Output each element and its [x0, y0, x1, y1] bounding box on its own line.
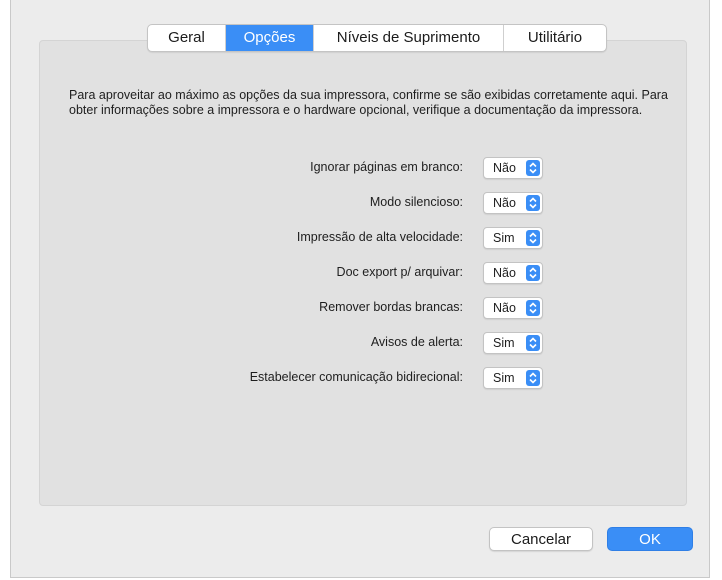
- up-down-chevron-icon: [526, 300, 540, 316]
- option-row-avisos-alerta: Avisos de alerta: Sim: [11, 332, 711, 354]
- popup-value: Sim: [493, 336, 515, 350]
- up-down-chevron-icon: [526, 265, 540, 281]
- option-label: Avisos de alerta:: [370, 335, 463, 349]
- comunicacao-bidirecional-popup[interactable]: Sim: [483, 367, 543, 389]
- tab-niveis-de-suprimento[interactable]: Níveis de Suprimento: [314, 25, 504, 51]
- popup-value: Sim: [493, 371, 515, 385]
- option-label: Ignorar páginas em branco:: [310, 160, 463, 174]
- up-down-chevron-icon: [526, 335, 540, 351]
- option-row-modo-silencioso: Modo silencioso: Não: [11, 192, 711, 214]
- popup-value: Não: [493, 161, 516, 175]
- option-row-doc-export: Doc export p/ arquivar: Não: [11, 262, 711, 284]
- tab-opcoes[interactable]: Opções: [226, 25, 314, 51]
- up-down-chevron-icon: [526, 370, 540, 386]
- ignorar-paginas-popup[interactable]: Não: [483, 157, 543, 179]
- option-label: Doc export p/ arquivar:: [336, 265, 463, 279]
- up-down-chevron-icon: [526, 230, 540, 246]
- popup-value: Não: [493, 301, 516, 315]
- avisos-alerta-popup[interactable]: Sim: [483, 332, 543, 354]
- doc-export-popup[interactable]: Não: [483, 262, 543, 284]
- modo-silencioso-popup[interactable]: Não: [483, 192, 543, 214]
- up-down-chevron-icon: [526, 160, 540, 176]
- tab-utilitario[interactable]: Utilitário: [504, 25, 606, 51]
- tab-bar: Geral Opções Níveis de Suprimento Utilit…: [147, 24, 607, 52]
- options-description: Para aproveitar ao máximo as opções da s…: [69, 88, 668, 117]
- popup-value: Não: [493, 266, 516, 280]
- option-label: Remover bordas brancas:: [319, 300, 463, 314]
- up-down-chevron-icon: [526, 195, 540, 211]
- option-label: Modo silencioso:: [369, 195, 463, 209]
- popup-value: Não: [493, 196, 516, 210]
- remover-bordas-popup[interactable]: Não: [483, 297, 543, 319]
- option-row-ignorar-paginas: Ignorar páginas em branco: Não: [11, 157, 711, 179]
- tab-geral[interactable]: Geral: [148, 25, 226, 51]
- popup-value: Sim: [493, 231, 515, 245]
- option-row-remover-bordas: Remover bordas brancas: Não: [11, 297, 711, 319]
- option-label: Impressão de alta velocidade:: [296, 230, 463, 244]
- alta-velocidade-popup[interactable]: Sim: [483, 227, 543, 249]
- option-row-alta-velocidade: Impressão de alta velocidade: Sim: [11, 227, 711, 249]
- printer-options-dialog: Geral Opções Níveis de Suprimento Utilit…: [10, 0, 710, 578]
- option-row-comunicacao-bidirecional: Estabelecer comunicação bidirecional: Si…: [11, 367, 711, 389]
- option-label: Estabelecer comunicação bidirecional:: [249, 370, 463, 384]
- ok-button[interactable]: OK: [607, 527, 693, 551]
- cancel-button[interactable]: Cancelar: [489, 527, 593, 551]
